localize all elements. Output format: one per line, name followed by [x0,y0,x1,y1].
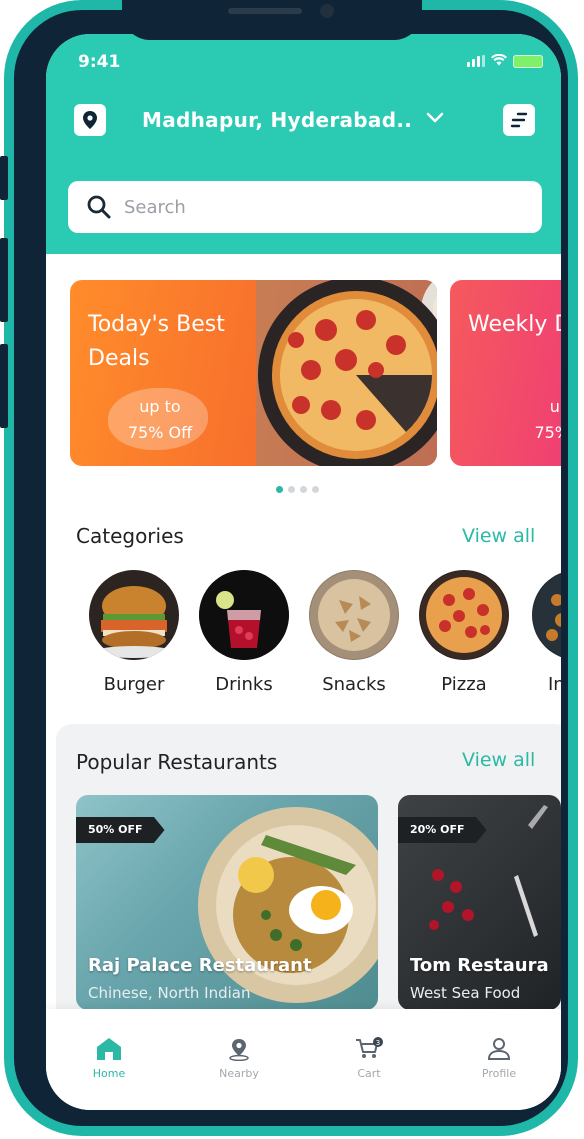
cart-badge: 3 [376,1039,380,1047]
location-pin-icon [229,1039,249,1062]
carousel-dot[interactable] [288,486,295,493]
chevron-down-icon[interactable] [426,112,444,124]
categories-view-all-link[interactable]: View all [462,525,535,547]
popular-view-all-link[interactable]: View all [462,749,535,771]
location-label[interactable]: Madhapur, Hyderabad.. [142,108,412,132]
burger-image [89,570,179,660]
search-icon [87,195,111,219]
profile-icon [487,1038,511,1060]
bottom-navigation: Home Nearby 3 Cart Profile [46,1009,561,1110]
banner-title: Today's Best Deals [88,312,225,371]
banner-subtitle: up 75% [534,397,561,442]
category-label: Drinks [215,674,273,695]
nav-label: Nearby [219,1067,259,1080]
deal-banner-weekly[interactable]: Weekly Deals up 75% [450,280,561,466]
category-snacks[interactable]: Snacks [304,570,404,695]
carousel-dot[interactable] [312,486,319,493]
carousel-dot[interactable] [300,486,307,493]
categories-title: Categories [76,524,184,548]
app-screen: 9:41 Madhapur, Hyderabad.. Search Today'… [46,34,561,1110]
category-label: In [548,674,561,695]
phone-notch [122,0,422,40]
discount-badge: 50% OFF [76,817,165,843]
discount-badge: 20% OFF [398,817,487,843]
location-pin-icon [83,111,97,129]
category-label: Pizza [441,674,487,695]
home-icon [97,1038,121,1060]
category-pizza[interactable]: Pizza [414,570,514,695]
category-image [532,570,561,660]
header: 9:41 Madhapur, Hyderabad.. [46,34,561,254]
pizza-category-image [419,570,509,660]
nav-nearby[interactable]: Nearby [194,1037,284,1080]
filter-menu-button[interactable] [503,104,535,136]
popular-restaurants-title: Popular Restaurants [76,750,278,774]
restaurant-card[interactable]: 50% OFF Raj Palace Restaurant Chinese, N… [76,795,378,1010]
restaurant-cuisine: Chinese, North Indian [88,984,251,1002]
pizza-image [256,280,437,466]
deal-banner-today[interactable]: Today's Best Deals up to 75% Off [70,280,437,466]
battery-icon [513,54,543,68]
nav-profile[interactable]: Profile [454,1037,544,1080]
category-label: Snacks [322,674,386,695]
category-label: Burger [103,674,165,695]
nav-label: Profile [481,1067,517,1080]
nav-home[interactable]: Home [64,1037,154,1080]
nav-label: Cart [357,1067,381,1080]
drinks-image [199,570,289,660]
restaurant-name: Raj Palace Restaurant [88,955,312,976]
snacks-image [309,570,399,660]
restaurant-cuisine: West Sea Food [410,984,521,1002]
status-icons [467,53,543,68]
signal-icon [467,55,485,67]
search-input[interactable] [122,195,506,219]
carousel-dot[interactable] [276,486,283,493]
carousel-indicator [276,486,319,493]
nav-cart[interactable]: 3 Cart [324,1037,414,1080]
category-burger[interactable]: Burger [84,570,184,695]
cart-icon: 3 [356,1037,383,1058]
wifi-icon [491,53,507,68]
category-drinks[interactable]: Drinks [194,570,294,695]
menu-icon [510,112,528,128]
phone-side-button [0,156,8,200]
restaurant-card[interactable]: 20% OFF Tom Restaura West Sea Food [398,795,561,1010]
phone-volume-up [0,238,8,322]
search-bar[interactable] [68,181,542,233]
banner-subtitle: up to 75% Off [127,397,193,442]
phone-frame: 9:41 Madhapur, Hyderabad.. Search Today'… [4,0,578,1136]
restaurant-name: Tom Restaura [410,955,549,976]
phone-volume-down [0,344,8,428]
nav-label: Home [92,1067,126,1080]
category-partial[interactable]: In [524,570,561,695]
banner-title: Weekly Deals [468,312,561,337]
camera-icon [320,4,334,18]
status-time: 9:41 [78,52,121,72]
location-button[interactable] [74,104,106,136]
